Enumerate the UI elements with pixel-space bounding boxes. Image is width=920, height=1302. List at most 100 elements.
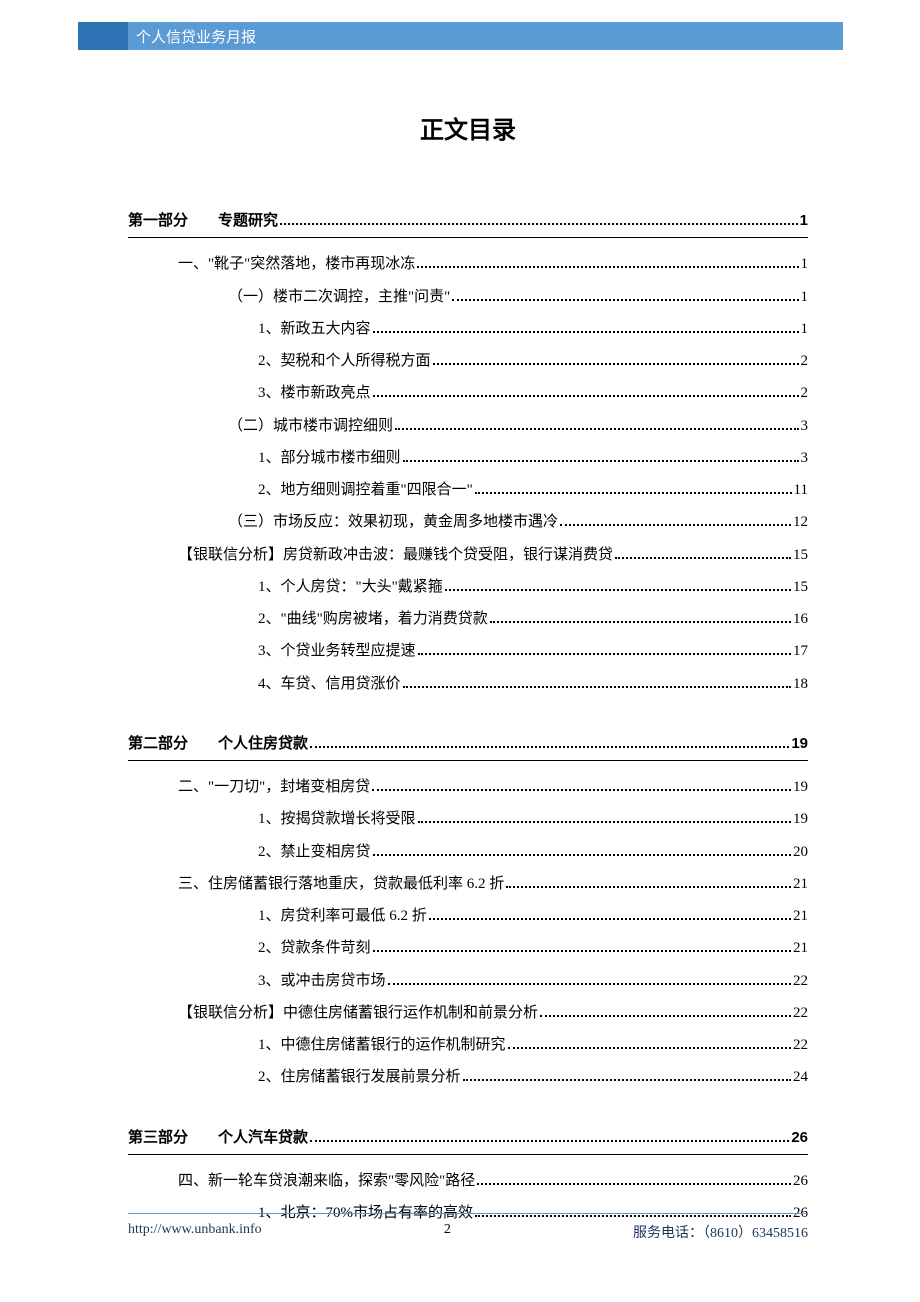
toc-entry[interactable]: 2、"曲线"购房被堵，着力消费贷款16 — [128, 603, 808, 635]
toc-entry[interactable]: 二、"一刀切"，封堵变相房贷 19 — [128, 771, 808, 803]
toc-entry[interactable]: 4、车贷、信用贷涨价18 — [128, 668, 808, 700]
toc-label: 第二部分 个人住房贷款 — [128, 728, 308, 760]
toc-page: 22 — [793, 997, 808, 1029]
toc-leader — [615, 557, 791, 559]
page-footer: http://www.unbank.info 2 服务电话：（8610）6345… — [128, 1213, 808, 1242]
toc-page: 11 — [794, 474, 808, 506]
toc-leader — [506, 886, 791, 888]
toc-label: 4、车贷、信用贷涨价 — [258, 668, 401, 700]
toc-entry[interactable]: 一、"靴子"突然落地，楼市再现冰冻 1 — [128, 248, 808, 280]
toc-page: 19 — [793, 803, 808, 835]
toc-leader — [373, 854, 791, 856]
toc-entry[interactable]: 2、住房储蓄银行发展前景分析24 — [128, 1061, 808, 1093]
toc-label: 【银联信分析】房贷新政冲击波：最赚钱个贷受阻，银行谋消费贷 — [178, 539, 613, 571]
toc-entry[interactable]: 1、房贷利率可最低 6.2 折 21 — [128, 900, 808, 932]
toc-label: 1、个人房贷："大头"戴紧箍 — [258, 571, 443, 603]
footer-url: http://www.unbank.info — [128, 1222, 262, 1242]
toc-leader — [445, 589, 791, 591]
toc-leader — [373, 395, 799, 397]
toc-leader — [475, 492, 792, 494]
toc-label: 3、或冲击房贷市场 — [258, 965, 386, 997]
toc-leader — [418, 653, 791, 655]
toc-label: 1、中德住房储蓄银行的运作机制研究 — [258, 1029, 506, 1061]
toc-label: 2、贷款条件苛刻 — [258, 932, 371, 964]
toc-page: 17 — [793, 635, 808, 667]
toc-label: （三）市场反应：效果初现，黄金周多地楼市遇冷 — [228, 506, 558, 538]
toc-leader — [310, 746, 789, 748]
toc-label: 第三部分 个人汽车贷款 — [128, 1122, 308, 1154]
toc-label: 1、按揭贷款增长将受限 — [258, 803, 416, 835]
toc-entry[interactable]: （二）城市楼市调控细则3 — [128, 410, 808, 442]
toc-entry[interactable]: 四、新一轮车贷浪潮来临，探索"零风险"路径26 — [128, 1165, 808, 1197]
toc-entry[interactable]: 3、或冲击房贷市场 22 — [128, 965, 808, 997]
toc-leader — [477, 1183, 791, 1185]
toc-page: 1 — [800, 205, 808, 237]
toc-entry[interactable]: 第二部分 个人住房贷款 19 — [128, 728, 808, 761]
toc-entry[interactable]: 3、楼市新政亮点 2 — [128, 377, 808, 409]
toc-entry[interactable]: 三、住房储蓄银行落地重庆，贷款最低利率 6.2 折 21 — [128, 868, 808, 900]
toc-entry[interactable]: 1、按揭贷款增长将受限 19 — [128, 803, 808, 835]
toc-leader — [372, 789, 791, 791]
toc-page: 22 — [793, 1029, 808, 1061]
toc-page: 12 — [793, 506, 808, 538]
toc-page: 2 — [801, 377, 809, 409]
toc-leader — [508, 1047, 791, 1049]
toc-entry[interactable]: 第三部分 个人汽车贷款26 — [128, 1122, 808, 1155]
toc-leader — [490, 621, 791, 623]
toc-leader — [418, 821, 791, 823]
toc-entry[interactable]: 1、个人房贷："大头"戴紧箍 15 — [128, 571, 808, 603]
toc-entry[interactable]: （一）楼市二次调控，主推"问责" 1 — [128, 281, 808, 313]
header-bar: 个人信贷业务月报 — [78, 22, 843, 50]
toc-label: 二、"一刀切"，封堵变相房贷 — [178, 771, 370, 803]
toc-leader — [560, 524, 791, 526]
toc-page: 2 — [801, 345, 809, 377]
toc-label: 3、楼市新政亮点 — [258, 377, 371, 409]
toc-label: 1、房贷利率可最低 6.2 折 — [258, 900, 427, 932]
toc-entry[interactable]: 1、中德住房储蓄银行的运作机制研究 22 — [128, 1029, 808, 1061]
toc-leader — [540, 1015, 791, 1017]
toc-entry[interactable]: （三）市场反应：效果初现，黄金周多地楼市遇冷 12 — [128, 506, 808, 538]
page-body: 正文目录 第一部分 专题研究1一、"靴子"突然落地，楼市再现冰冻1（一）楼市二次… — [128, 90, 808, 1229]
toc-entry[interactable]: 2、贷款条件苛刻21 — [128, 932, 808, 964]
toc-leader — [452, 299, 798, 301]
toc-label: 3、个贷业务转型应提速 — [258, 635, 416, 667]
toc-page: 21 — [793, 868, 808, 900]
toc-page: 21 — [793, 900, 808, 932]
toc-page: 1 — [801, 281, 809, 313]
toc-label: （一）楼市二次调控，主推"问责" — [228, 281, 450, 313]
toc-entry[interactable]: 【银联信分析】房贷新政冲击波：最赚钱个贷受阻，银行谋消费贷15 — [128, 539, 808, 571]
toc-page: 1 — [801, 313, 809, 345]
toc-page: 19 — [793, 771, 808, 803]
footer-phone: 服务电话：（8610）63458516 — [633, 1222, 808, 1242]
toc-entry[interactable]: 2、禁止变相房贷20 — [128, 836, 808, 868]
toc-leader — [403, 460, 799, 462]
toc-entry[interactable]: 【银联信分析】中德住房储蓄银行运作机制和前景分析 22 — [128, 997, 808, 1029]
toc-page: 15 — [793, 571, 808, 603]
toc-label: 一、"靴子"突然落地，楼市再现冰冻 — [178, 248, 415, 280]
toc-page: 3 — [801, 442, 809, 474]
toc-label: 1、部分城市楼市细则 — [258, 442, 401, 474]
toc-leader — [373, 950, 791, 952]
toc-leader — [388, 983, 791, 985]
footer-divider — [128, 1213, 808, 1214]
toc-entry[interactable]: 3、个贷业务转型应提速 17 — [128, 635, 808, 667]
header-title: 个人信贷业务月报 — [136, 26, 256, 47]
toc-entry[interactable]: 2、契税和个人所得税方面2 — [128, 345, 808, 377]
toc-entry[interactable]: 第一部分 专题研究1 — [128, 205, 808, 238]
toc-label: 三、住房储蓄银行落地重庆，贷款最低利率 6.2 折 — [178, 868, 504, 900]
toc-label: 1、新政五大内容 — [258, 313, 371, 345]
toc-title: 正文目录 — [128, 110, 808, 145]
toc-label: 2、"曲线"购房被堵，着力消费贷款 — [258, 603, 488, 635]
toc-label: 【银联信分析】中德住房储蓄银行运作机制和前景分析 — [178, 997, 538, 1029]
footer-page-number: 2 — [262, 1222, 633, 1242]
toc-entry[interactable]: 1、部分城市楼市细则 3 — [128, 442, 808, 474]
toc-entry[interactable]: 2、地方细则调控着重"四限合一" 11 — [128, 474, 808, 506]
toc-page: 19 — [791, 728, 808, 760]
toc-page: 22 — [793, 965, 808, 997]
toc-page: 3 — [801, 410, 809, 442]
toc-leader — [417, 266, 798, 268]
toc-entry[interactable]: 1、新政五大内容 1 — [128, 313, 808, 345]
footer-row: http://www.unbank.info 2 服务电话：（8610）6345… — [128, 1222, 808, 1242]
toc-page: 1 — [801, 248, 809, 280]
toc-label: 2、地方细则调控着重"四限合一" — [258, 474, 473, 506]
